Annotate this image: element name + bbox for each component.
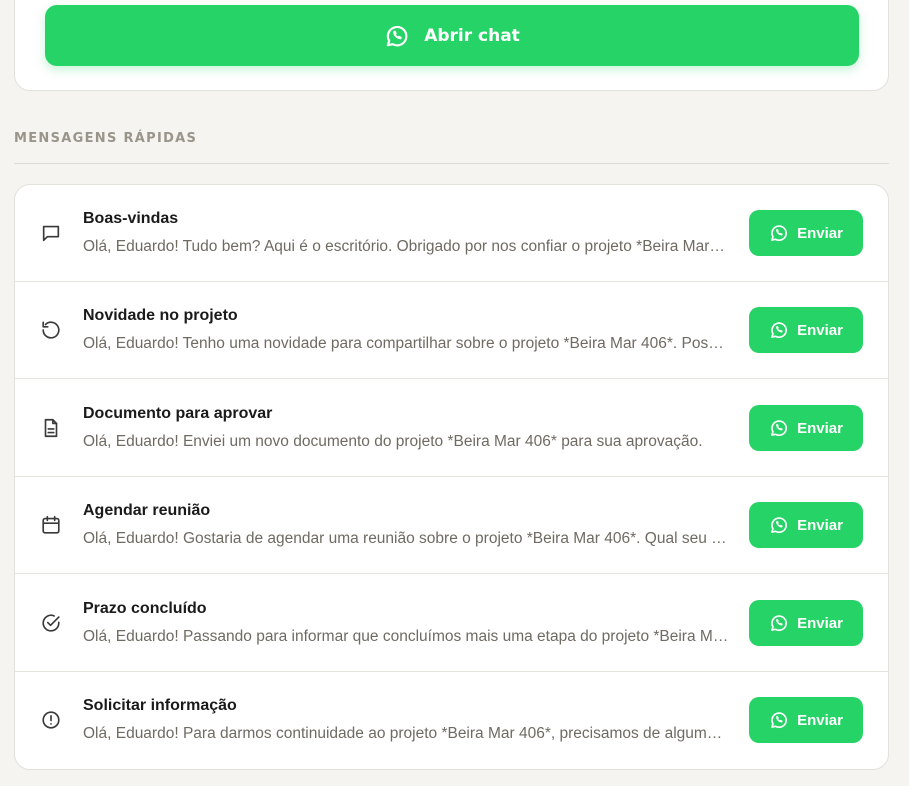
section-title: MENSAGENS RÁPIDAS xyxy=(14,131,198,146)
send-label: Enviar xyxy=(797,516,843,534)
quick-message-row: Prazo concluído Olá, Eduardo! Passando p… xyxy=(15,575,888,672)
send-button[interactable]: Enviar xyxy=(749,502,863,548)
quick-message-preview: Olá, Eduardo! Gostaria de agendar uma re… xyxy=(83,530,729,547)
send-button[interactable]: Enviar xyxy=(749,405,863,451)
send-label: Enviar xyxy=(797,614,843,632)
open-chat-button[interactable]: Abrir chat xyxy=(45,5,859,66)
quick-message-row: Solicitar informação Olá, Eduardo! Para … xyxy=(15,672,888,769)
quick-message-preview: Olá, Eduardo! Enviei um novo documento d… xyxy=(83,433,703,450)
whatsapp-icon xyxy=(771,225,788,242)
whatsapp-icon xyxy=(771,420,788,437)
calendar-icon xyxy=(40,514,62,536)
whatsapp-icon xyxy=(386,25,408,46)
send-button[interactable]: Enviar xyxy=(749,210,863,256)
quick-message-title: Documento para aprovar xyxy=(83,405,273,422)
send-button[interactable]: Enviar xyxy=(749,600,863,646)
quick-message-title: Boas-vindas xyxy=(83,210,179,227)
quick-messages-list: Boas-vindas Olá, Eduardo! Tudo bem? Aqui… xyxy=(14,184,889,770)
whatsapp-icon xyxy=(771,517,788,534)
quick-message-preview: Olá, Eduardo! Tenho uma novidade para co… xyxy=(83,335,729,352)
quick-message-title: Prazo concluído xyxy=(83,600,207,617)
quick-message-row: Documento para aprovar Olá, Eduardo! Env… xyxy=(15,380,888,477)
file-text-icon xyxy=(40,417,62,439)
quick-message-title: Solicitar informação xyxy=(83,697,237,714)
quick-message-preview: Olá, Eduardo! Para darmos continuidade a… xyxy=(83,725,729,742)
message-square-icon xyxy=(40,222,62,244)
rotate-ccw-icon xyxy=(40,319,62,341)
quick-message-row: Boas-vindas Olá, Eduardo! Tudo bem? Aqui… xyxy=(15,185,888,282)
whatsapp-icon xyxy=(771,322,788,339)
quick-message-row: Novidade no projeto Olá, Eduardo! Tenho … xyxy=(15,282,888,379)
whatsapp-icon xyxy=(771,712,788,729)
quick-message-row: Agendar reunião Olá, Eduardo! Gostaria d… xyxy=(15,477,888,574)
quick-message-preview: Olá, Eduardo! Passando para informar que… xyxy=(83,628,729,645)
section-divider xyxy=(14,163,889,164)
quick-message-title: Agendar reunião xyxy=(83,502,211,519)
send-label: Enviar xyxy=(797,419,843,437)
check-circle-icon xyxy=(40,612,62,634)
quick-message-preview: Olá, Eduardo! Tudo bem? Aqui é o escritó… xyxy=(83,238,729,255)
send-button[interactable]: Enviar xyxy=(749,697,863,743)
send-label: Enviar xyxy=(797,711,843,729)
whatsapp-icon xyxy=(771,615,788,632)
send-label: Enviar xyxy=(797,321,843,339)
send-label: Enviar xyxy=(797,224,843,242)
send-button[interactable]: Enviar xyxy=(749,307,863,353)
open-chat-label: Abrir chat xyxy=(424,25,520,46)
alert-circle-icon xyxy=(40,709,62,731)
quick-message-title: Novidade no projeto xyxy=(83,307,238,324)
chat-card: Abrir chat xyxy=(14,0,889,91)
